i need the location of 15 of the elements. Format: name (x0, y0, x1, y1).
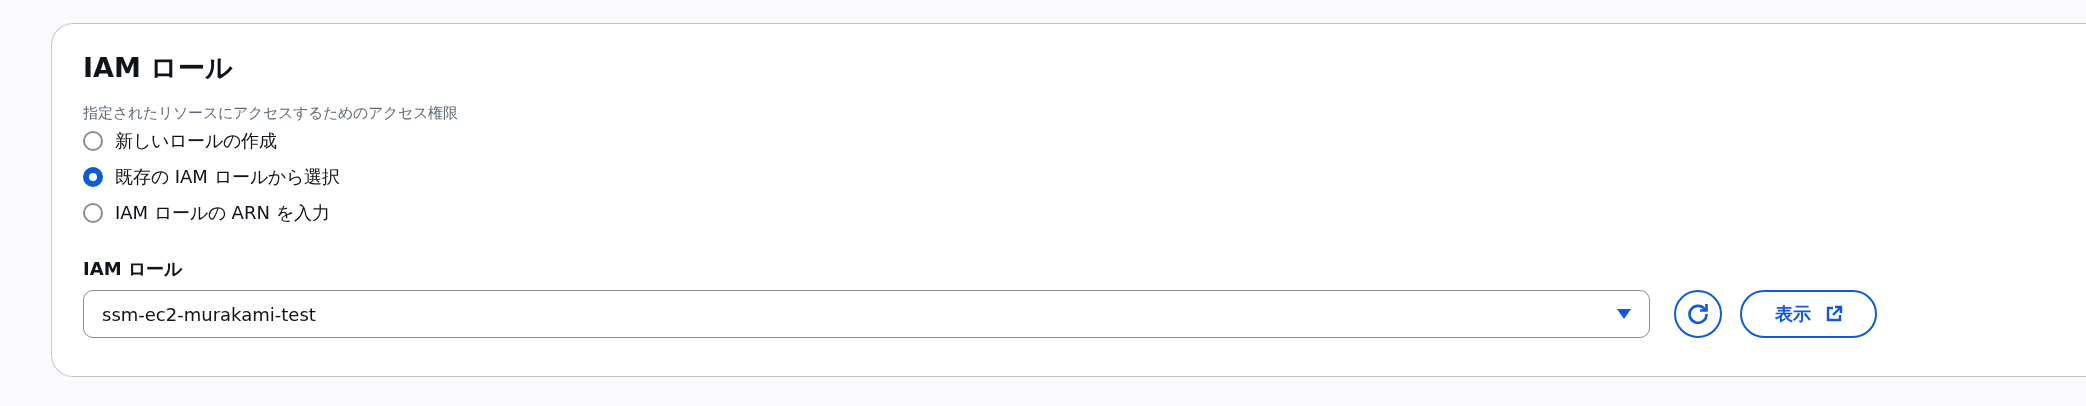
radio-option[interactable]: 新しいロールの作成 (83, 128, 277, 154)
role-select[interactable]: ssm-ec2-murakami-test (83, 290, 1650, 338)
external-link-icon (1824, 305, 1843, 323)
section-title: IAM ロール (83, 51, 235, 85)
description-text: 指定されたリソースにアクセスするためのアクセス権限 (83, 103, 459, 124)
radio-button[interactable] (83, 203, 103, 223)
refresh-button[interactable] (1674, 290, 1722, 338)
radio-option[interactable]: IAM ロールの ARN を入力 (83, 200, 330, 226)
field-label: IAM ロール (83, 257, 184, 281)
refresh-icon (1685, 301, 1711, 327)
radio-button[interactable] (83, 131, 103, 151)
view-button[interactable]: 表示 (1740, 290, 1877, 338)
radio-option[interactable]: 既存の IAM ロールから選択 (83, 164, 340, 190)
caret-icon (1617, 309, 1631, 319)
radio-button[interactable] (83, 167, 103, 187)
